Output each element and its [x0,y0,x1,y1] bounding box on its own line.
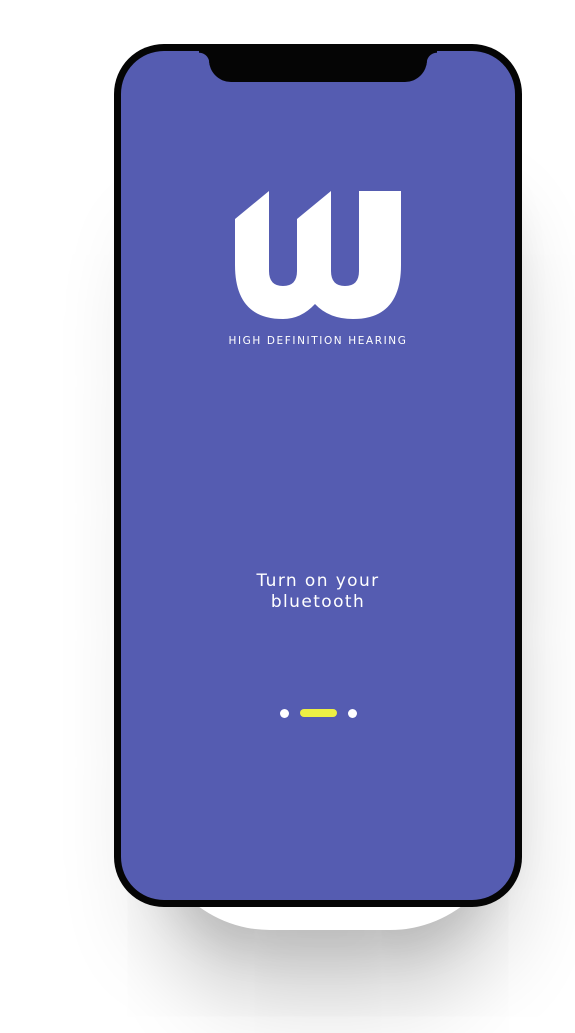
page-indicator-dot-3[interactable] [347,708,357,718]
onboarding-message: Turn on your bluetooth [121,571,515,613]
page-indicator-dot-1[interactable] [279,708,289,718]
onboarding-message-line-2: bluetooth [270,592,366,612]
phone-notch [199,51,437,82]
page-indicator [121,708,515,718]
phone-frame: HIGH DEFINITION HEARING Turn on your blu… [114,44,522,907]
brand-tagline: HIGH DEFINITION HEARING [228,335,408,347]
onboarding-message-line-1: Turn on your [256,571,380,591]
mockup-stage: HIGH DEFINITION HEARING Turn on your blu… [0,0,575,1033]
app-screen: HIGH DEFINITION HEARING Turn on your blu… [121,51,515,900]
page-indicator-dot-2-active[interactable] [299,709,337,717]
w-brand-logo-icon [235,191,401,319]
